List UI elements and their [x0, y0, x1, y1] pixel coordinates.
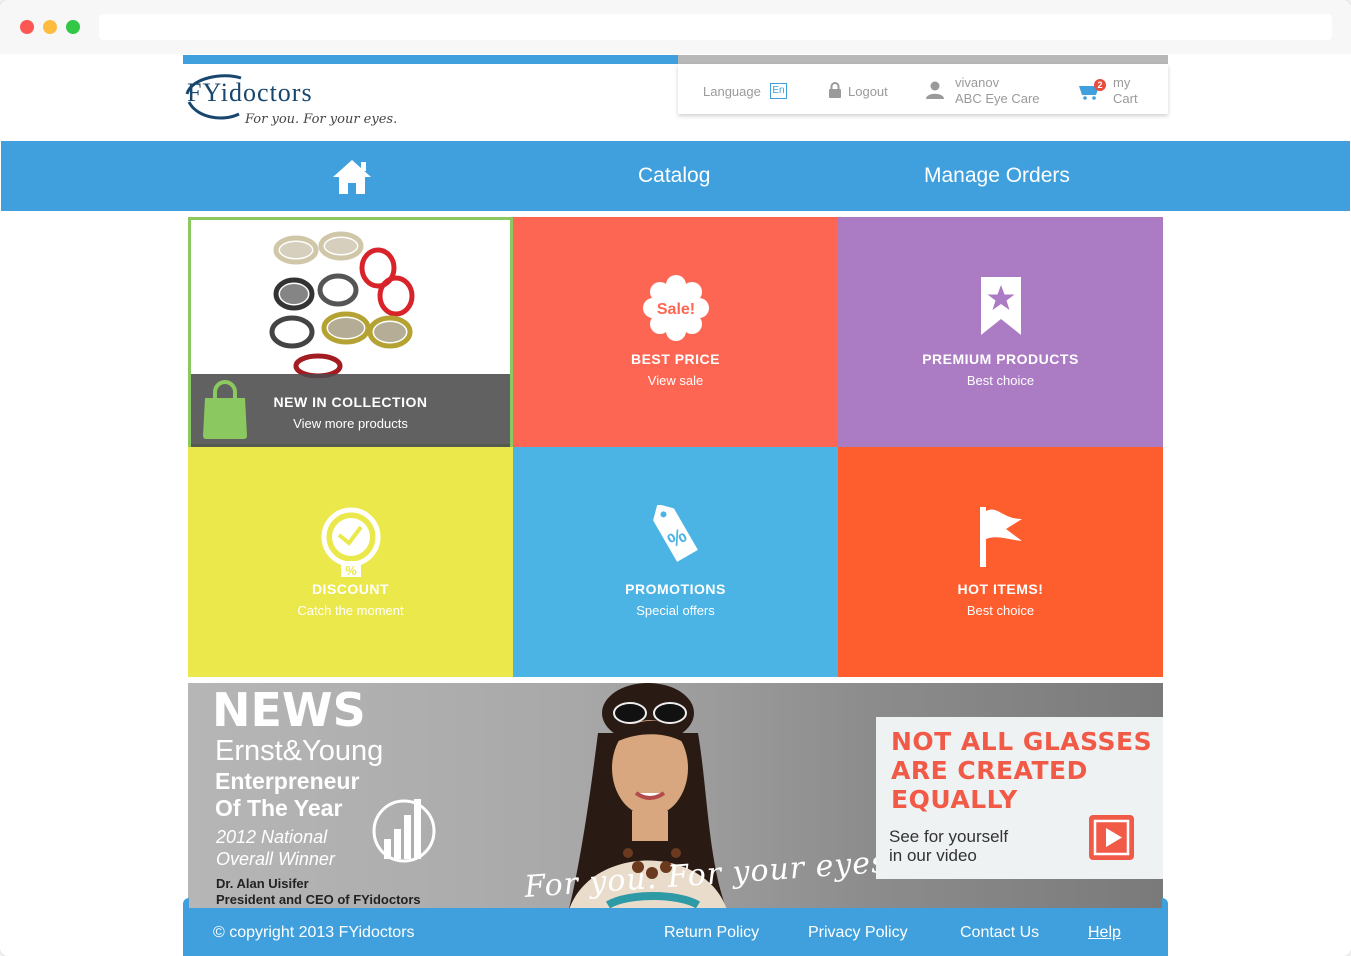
browser-window: FYidoctors For you. For your eyes. Langu…: [0, 0, 1351, 956]
promo-title-line1: NOT ALL GLASSES: [891, 727, 1153, 756]
news-award-detail: 2012 National Overall Winner: [216, 826, 335, 870]
cart-label-line1: my: [1113, 75, 1131, 90]
tile-subtitle: Best choice: [966, 373, 1035, 388]
address-bar[interactable]: [99, 14, 1332, 40]
tile-title: NEW IN COLLECTION: [273, 394, 428, 410]
tile-title: PROMOTIONS: [625, 581, 726, 597]
award-bar-chart-icon: [372, 799, 436, 863]
news-person-title: President and CEO of FYidoctors: [216, 892, 421, 907]
tile-new-in-collection[interactable]: NEW IN COLLECTION View more products: [188, 217, 513, 447]
logo-wordmark: FYidoctors: [187, 78, 313, 107]
video-promo[interactable]: NOT ALL GLASSES ARE CREATED EQUALLY See …: [876, 717, 1163, 879]
tile-title: PREMIUM PRODUCTS: [922, 351, 1079, 367]
close-window-button[interactable]: [20, 20, 34, 34]
footer-privacy-policy-link[interactable]: Privacy Policy: [808, 924, 908, 942]
promo-subtitle-line2: in our video: [889, 846, 977, 865]
sunglasses-collection-image: [269, 231, 415, 378]
news-award-org: Ernst&Young: [215, 735, 384, 767]
brand-logo[interactable]: FYidoctors For you. For your eyes.: [183, 64, 413, 140]
tile-subtitle: View more products: [293, 416, 408, 431]
nav-manage-orders[interactable]: Manage Orders: [924, 164, 1070, 188]
flag-icon: [979, 507, 1022, 567]
promo-title-line2: ARE CREATED: [891, 756, 1088, 785]
logo-tagline: For you. For your eyes.: [245, 112, 398, 127]
promo-title: NOT ALL GLASSES ARE CREATED EQUALLY: [891, 727, 1152, 814]
svg-text:%: %: [345, 563, 357, 578]
tile-title: DISCOUNT: [311, 581, 390, 597]
tile-subtitle: Special offers: [636, 603, 715, 618]
home-icon[interactable]: [331, 158, 373, 196]
tile-subtitle: View sale: [647, 373, 704, 388]
browser-titlebar: [0, 0, 1351, 54]
username-label: vivanov: [955, 75, 1000, 90]
cart-count-badge: 2: [1094, 79, 1106, 91]
nav-catalog[interactable]: Catalog: [638, 164, 710, 188]
minimize-window-button[interactable]: [43, 20, 57, 34]
news-award-name: Enterpreneur Of The Year: [215, 768, 359, 822]
news-person-name: Dr. Alan Uisifer: [216, 876, 309, 891]
main-navigation: Catalog Manage Orders: [1, 141, 1350, 211]
copyright-text: © copyright 2013 FYidoctors: [213, 924, 415, 941]
play-video-button[interactable]: [1089, 815, 1134, 860]
news-award-name-line1: Enterpreneur: [215, 768, 360, 794]
tile-title: HOT ITEMS!: [957, 581, 1044, 597]
percent-tag-icon: %: [652, 505, 698, 562]
user-icon: [926, 81, 944, 99]
footer-return-policy-link[interactable]: Return Policy: [664, 924, 759, 942]
tile-premium-products[interactable]: PREMIUM PRODUCTS Best choice: [838, 217, 1163, 447]
tile-title: BEST PRICE: [630, 351, 720, 367]
tile-subtitle: Best choice: [966, 603, 1035, 618]
footer: © copyright 2013 FYidoctors Return Polic…: [183, 908, 1168, 956]
cart-label-line2: Cart: [1113, 91, 1138, 106]
sale-badge-icon: Sale!: [642, 275, 709, 341]
tile-promotions[interactable]: % PROMOTIONS Special offers: [513, 447, 838, 677]
news-heading: NEWS: [212, 683, 366, 737]
news-award-detail-line2: Overall Winner: [216, 849, 335, 869]
star-ribbon-icon: [980, 277, 1021, 335]
news-person: Dr. Alan Uisifer President and CEO of FY…: [216, 876, 421, 908]
shopping-bag-icon: [203, 380, 247, 439]
user-toolbar: Language En Logout vivanov ABC Eye Care …: [678, 64, 1168, 114]
news-banner[interactable]: NEWS Ernst&Young Enterpreneur Of The Yea…: [188, 683, 1163, 909]
tile-discount[interactable]: % DISCOUNT Catch the moment: [188, 447, 513, 677]
language-label[interactable]: Language: [703, 84, 761, 99]
company-label: ABC Eye Care: [955, 91, 1040, 106]
tile-best-price[interactable]: Sale! BEST PRICE View sale: [513, 217, 838, 447]
lock-icon[interactable]: [828, 82, 842, 99]
logout-link[interactable]: Logout: [848, 84, 888, 99]
news-award-detail-line1: 2012 National: [216, 827, 328, 847]
tile-hot-items[interactable]: HOT ITEMS! Best choice: [838, 447, 1163, 677]
tile-subtitle: Catch the moment: [297, 603, 404, 618]
maximize-window-button[interactable]: [66, 20, 80, 34]
language-flag-icon[interactable]: En: [770, 83, 787, 99]
promo-subtitle: See for yourself in our video: [889, 827, 1008, 865]
user-account[interactable]: vivanov ABC Eye Care: [955, 75, 1040, 107]
my-cart-link[interactable]: my Cart: [1113, 75, 1138, 107]
header-accent-grey: [678, 55, 1168, 64]
footer-help-link[interactable]: Help: [1088, 924, 1121, 942]
footer-contact-us-link[interactable]: Contact Us: [960, 924, 1039, 942]
sale-badge-text: Sale!: [656, 301, 694, 318]
header-accent-blue: [183, 55, 678, 64]
promo-title-line3: EQUALLY: [891, 785, 1018, 814]
play-icon: [1093, 819, 1130, 856]
promo-subtitle-line1: See for yourself: [889, 827, 1009, 846]
collection-caption: NEW IN COLLECTION View more products: [191, 374, 510, 447]
clock-percent-icon: %: [321, 507, 380, 578]
news-award-name-line2: Of The Year: [215, 795, 343, 821]
